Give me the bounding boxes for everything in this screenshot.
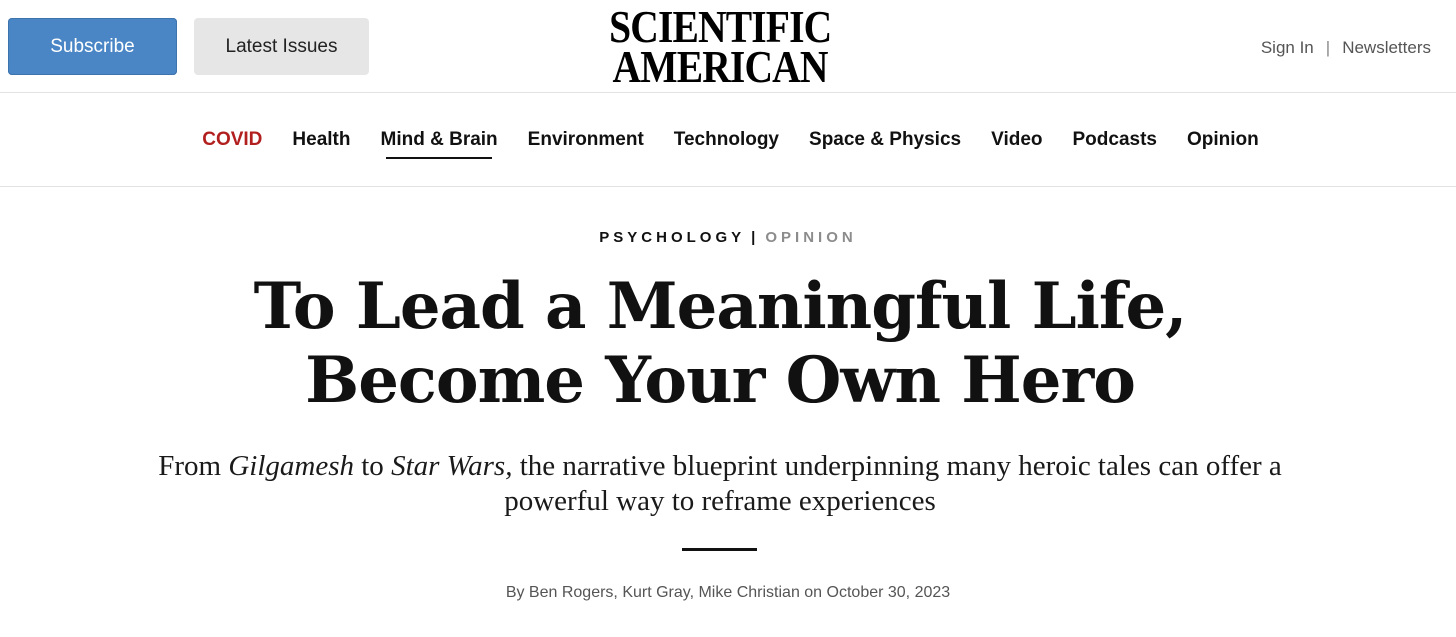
title-line-1: To Lead a Meaningful Life, <box>253 269 1188 344</box>
account-links: Sign In | Newsletters <box>1261 36 1431 60</box>
logo-line-2: AMERICAN <box>612 41 828 92</box>
article-type-label[interactable]: OPINION <box>765 229 856 246</box>
nav-item-podcasts[interactable]: Podcasts <box>1073 129 1157 151</box>
article-kicker: PSYCHOLOGY | OPINION <box>0 229 1456 246</box>
nav-item-opinion[interactable]: Opinion <box>1187 129 1259 151</box>
dek-mid: to <box>354 450 392 482</box>
nav-item-environment[interactable]: Environment <box>528 129 644 151</box>
dek-emphasis-star-wars: Star Wars, <box>391 450 513 482</box>
article-dek: From Gilgamesh to Star Wars, the narrati… <box>140 449 1300 519</box>
nav-item-video[interactable]: Video <box>991 129 1042 151</box>
article-title: To Lead a Meaningful Life, Become Your O… <box>160 270 1280 418</box>
category-link[interactable]: PSYCHOLOGY <box>599 229 745 246</box>
link-separator: | <box>1325 38 1331 57</box>
sign-in-link[interactable]: Sign In <box>1261 38 1314 58</box>
nav-item-mind-brain[interactable]: Mind & Brain <box>381 129 498 159</box>
nav-item-space-physics[interactable]: Space & Physics <box>809 129 961 151</box>
byline: By Ben Rogers, Kurt Gray, Mike Christian… <box>505 584 951 601</box>
title-divider <box>682 548 757 551</box>
site-logo[interactable]: SCIENTIFIC AMERICAN <box>588 4 852 90</box>
nav-item-technology[interactable]: Technology <box>674 129 779 151</box>
dek-emphasis-gilgamesh: Gilgamesh <box>228 450 354 482</box>
section-nav: COVID Health Mind & Brain Environment Te… <box>0 93 1456 187</box>
section-nav-list: COVID Health Mind & Brain Environment Te… <box>0 93 1456 186</box>
nav-item-covid[interactable]: COVID <box>202 129 262 151</box>
top-bar: Subscribe Latest Issues SCIENTIFIC AMERI… <box>0 0 1456 93</box>
dek-prefix: From <box>158 450 229 482</box>
newsletters-link[interactable]: Newsletters <box>1342 38 1431 58</box>
latest-issues-button[interactable]: Latest Issues <box>194 18 369 75</box>
dek-suffix: the narrative blueprint underpinning man… <box>504 450 1282 517</box>
nav-item-health[interactable]: Health <box>292 129 350 151</box>
subscribe-button[interactable]: Subscribe <box>8 18 177 75</box>
title-line-2: Become Your Own Hero <box>305 343 1136 418</box>
kicker-separator: | <box>751 229 760 246</box>
